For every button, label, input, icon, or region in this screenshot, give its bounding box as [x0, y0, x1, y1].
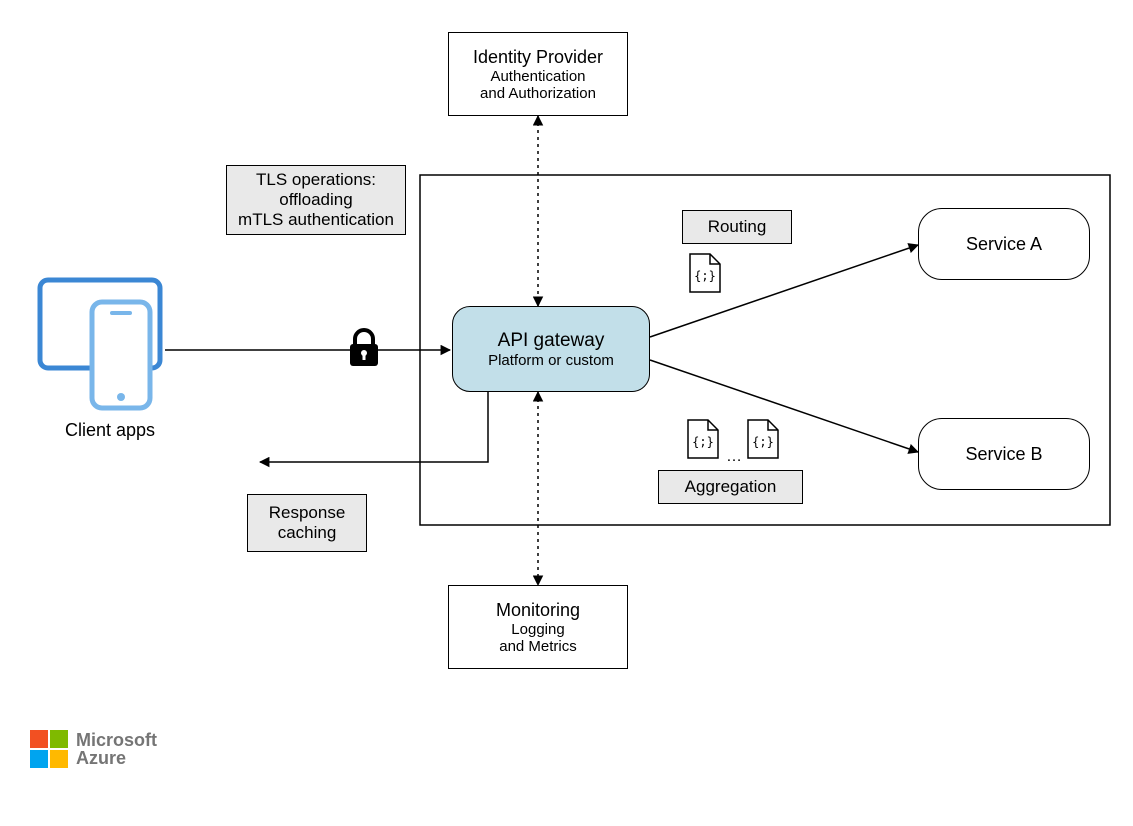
aggregation-box: Aggregation: [658, 470, 803, 504]
client-devices-icon: [40, 280, 160, 408]
identity-sub1: Authentication: [490, 68, 585, 85]
routing-label: Routing: [708, 217, 767, 237]
identity-title: Identity Provider: [473, 47, 603, 68]
response-l1: Response: [269, 503, 346, 523]
svg-text:{;}: {;}: [692, 435, 714, 449]
monitoring-box: Monitoring Logging and Metrics: [448, 585, 628, 669]
routing-box: Routing: [682, 210, 792, 244]
microsoft-logo-icon: [30, 730, 68, 768]
aggregation-ellipsis: …: [726, 448, 742, 466]
service-b-box: Service B: [918, 418, 1090, 490]
aggregation-document-icon-1: {;}: [686, 418, 720, 460]
svg-text:{;}: {;}: [752, 435, 774, 449]
tls-line2: offloading: [279, 190, 352, 210]
svg-text:{;}: {;}: [694, 269, 716, 283]
monitoring-title: Monitoring: [496, 600, 580, 621]
tls-operations-box: TLS operations: offloading mTLS authenti…: [226, 165, 406, 235]
aggregation-document-icon-2: {;}: [746, 418, 780, 460]
service-b-label: Service B: [965, 444, 1042, 465]
identity-provider-box: Identity Provider Authentication and Aut…: [448, 32, 628, 116]
tls-line3: mTLS authentication: [238, 210, 394, 230]
monitoring-sub2: and Metrics: [499, 638, 577, 655]
brand-line2: Azure: [76, 749, 157, 767]
gateway-title: API gateway: [498, 330, 605, 352]
lock-icon: [350, 330, 378, 366]
azure-logo: Microsoft Azure: [30, 730, 157, 768]
identity-sub2: and Authorization: [480, 85, 596, 102]
client-apps-label: Client apps: [55, 420, 165, 441]
service-a-label: Service A: [966, 234, 1042, 255]
aggregation-label: Aggregation: [685, 477, 777, 497]
service-a-box: Service A: [918, 208, 1090, 280]
response-caching-box: Response caching: [247, 494, 367, 552]
api-gateway-box: API gateway Platform or custom: [452, 306, 650, 392]
monitoring-sub1: Logging: [511, 621, 564, 638]
brand-line1: Microsoft: [76, 731, 157, 749]
response-l2: caching: [278, 523, 337, 543]
gateway-sub: Platform or custom: [488, 352, 614, 369]
routing-document-icon: {;}: [688, 252, 722, 294]
connections-layer: [0, 0, 1133, 826]
diagram-stage: Identity Provider Authentication and Aut…: [0, 0, 1133, 826]
arrow-response-caching: [260, 392, 488, 462]
tls-line1: TLS operations:: [256, 170, 376, 190]
